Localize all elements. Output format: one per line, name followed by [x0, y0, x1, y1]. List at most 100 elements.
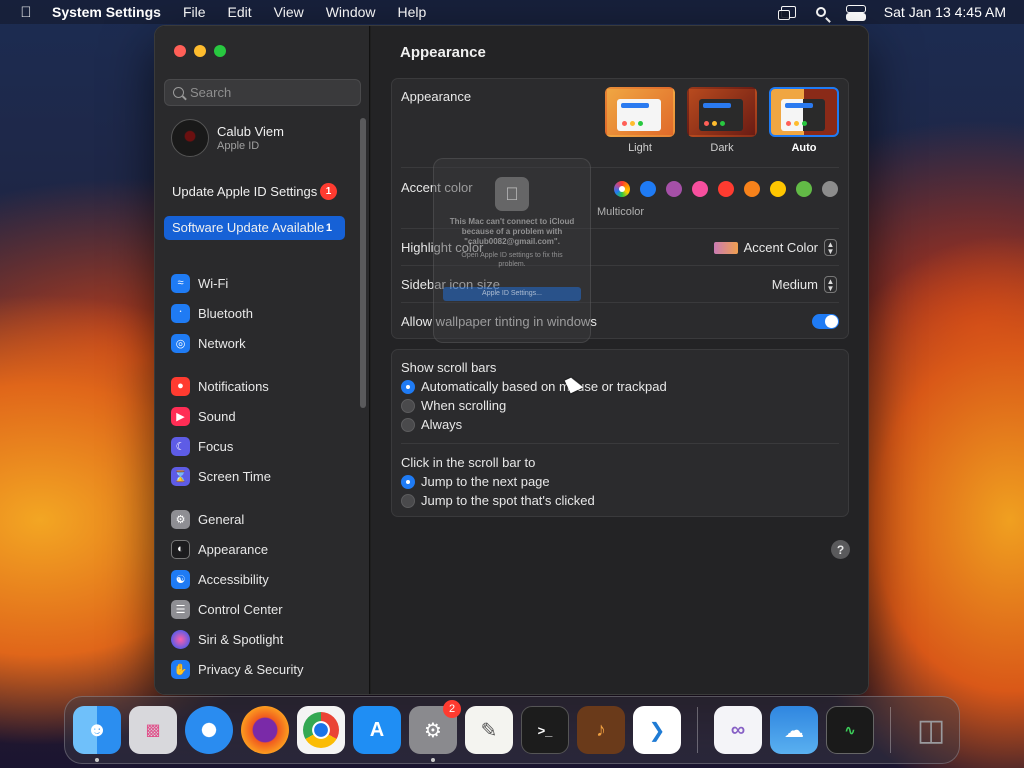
radio-label: Jump to the next page [421, 474, 550, 489]
scroll-when-scrolling-radio[interactable]: When scrolling [401, 398, 506, 413]
sidebar: Calub Viem Apple ID Update Apple ID Sett… [155, 26, 370, 694]
radio-icon [401, 417, 415, 432]
accent-red[interactable] [718, 181, 734, 197]
sidebar-item-screen-time[interactable]: ⌛ Screen Time [171, 461, 356, 491]
update-apple-id-notice[interactable]: Update Apple ID Settings 1 [164, 179, 345, 204]
option-label: Dark [710, 142, 734, 154]
accent-purple[interactable] [666, 181, 682, 197]
appearance-light-option[interactable]: Light [604, 87, 676, 154]
sidebar-item-label: Sound [198, 408, 236, 424]
speaker-icon: ▶ [171, 406, 190, 426]
sidebar-group-notifications: ● Notifications ▶ Sound ☾ Focus ⌛ Screen… [171, 371, 356, 491]
jump-to-spot-radio[interactable]: Jump to the spot that's clicked [401, 493, 595, 508]
sidebar-item-label: Privacy & Security [198, 661, 304, 677]
garageband-icon[interactable]: ♪ [577, 706, 625, 754]
sidebar-item-general[interactable]: ⚙ General [171, 504, 356, 534]
scroll-bars-group: Show scroll bars Automatically based on … [391, 349, 849, 517]
scroll-always-radio[interactable]: Always [401, 417, 462, 432]
dock-badge: 2 [443, 700, 461, 718]
radio-selected-icon [401, 379, 415, 394]
menu-edit[interactable]: Edit [228, 4, 252, 20]
accent-pink[interactable] [692, 181, 708, 197]
sidebar-item-sound[interactable]: ▶ Sound [171, 401, 356, 431]
help-button[interactable]: ? [831, 540, 850, 559]
minimize-button[interactable] [194, 45, 206, 57]
appearance-icon: ◐ [171, 539, 190, 559]
radio-label: Jump to the spot that's clicked [421, 493, 595, 508]
account-subtitle: Apple ID [217, 140, 260, 152]
safari-icon[interactable]: ✦ [185, 706, 233, 754]
apple-menu-icon[interactable]:  [0, 4, 52, 21]
jump-next-page-radio[interactable]: Jump to the next page [401, 474, 550, 489]
notice-badge: 1 [320, 183, 337, 200]
appearance-auto-option[interactable]: Auto [768, 87, 840, 154]
search-input[interactable] [190, 85, 350, 100]
sidebar-item-notifications[interactable]: ● Notifications [171, 371, 356, 401]
textedit-icon[interactable]: ✎ [465, 706, 513, 754]
app-store-icon[interactable]: A [353, 706, 401, 754]
alert-title: This Mac can't connect to iCloud because… [449, 217, 575, 246]
chevron-updown-icon: ▲ ▼ [824, 239, 837, 256]
accent-graphite[interactable] [822, 181, 838, 197]
sidebar-item-appearance[interactable]: ◐ Appearance [171, 534, 356, 564]
close-button[interactable] [174, 45, 186, 57]
control-center-icon[interactable] [845, 5, 866, 21]
search-field[interactable] [164, 79, 361, 106]
dock-separator [890, 707, 891, 753]
window-controls [174, 45, 226, 57]
visual-studio-icon[interactable]: ∞ [714, 706, 762, 754]
finder-icon[interactable]: ☻ [73, 706, 121, 762]
sidebar-item-label: Wi-Fi [198, 275, 229, 291]
siri-icon [171, 629, 190, 649]
terminal-icon[interactable]: >_ [521, 706, 569, 754]
sidebar-item-siri-spotlight[interactable]: Siri & Spotlight [171, 624, 356, 654]
radio-label: When scrolling [421, 398, 507, 413]
accent-orange[interactable] [744, 181, 760, 197]
sidebar-item-wifi[interactable]: ≈ Wi-Fi [171, 268, 356, 298]
menu-help[interactable]: Help [398, 4, 427, 20]
highlight-color-select[interactable]: Accent Color ▲ ▼ [713, 239, 837, 256]
menu-file[interactable]: File [183, 4, 206, 20]
chrome-icon[interactable] [297, 706, 345, 754]
launchpad-icon[interactable]: ▩ [129, 706, 177, 754]
scroll-auto-radio[interactable]: Automatically based on mouse or trackpad [401, 379, 667, 394]
spotlight-search-icon[interactable] [815, 7, 826, 17]
menu-clock[interactable]: Sat Jan 13 4:45 AM [884, 4, 1006, 20]
sidebar-item-label: General [198, 511, 245, 527]
menu-view[interactable]: View [274, 4, 304, 20]
sidebar-item-focus[interactable]: ☾ Focus [171, 431, 356, 461]
sidebar-item-privacy-security[interactable]: ✋ Privacy & Security [171, 654, 356, 684]
accent-swatches [614, 181, 838, 197]
option-label: Auto [791, 142, 817, 154]
auto-preview [769, 87, 839, 137]
sidebar-item-accessibility[interactable]: ☯ Accessibility [171, 564, 356, 594]
weather-icon[interactable]: ☁ [770, 706, 818, 754]
sidebar-item-control-center[interactable]: ☰ Control Center [171, 594, 356, 624]
sidebar-scrollbar[interactable] [360, 118, 366, 408]
icloud-alert-ghost:  This Mac can't connect to iCloud becau… [433, 158, 591, 343]
app-menu[interactable]: System Settings [52, 4, 161, 20]
alert-message: Open Apple ID settings to fix this probl… [461, 252, 563, 268]
chevron-updown-icon: ▲ ▼ [824, 276, 837, 293]
system-settings-icon[interactable]: ⚙ 2 [409, 700, 461, 762]
accent-green[interactable] [796, 181, 812, 197]
accent-multicolor[interactable] [614, 181, 630, 197]
wallpaper-tinting-toggle[interactable] [812, 314, 839, 329]
activity-monitor-icon[interactable]: ∿ [826, 706, 874, 754]
appearance-dark-option[interactable]: Dark [686, 87, 758, 154]
screen-mirroring-icon[interactable] [777, 6, 796, 20]
vscode-icon[interactable]: ❯ [633, 706, 681, 754]
sidebar-icon-size-select[interactable]: Medium ▲ ▼ [772, 276, 837, 293]
hourglass-icon: ⌛ [171, 466, 190, 486]
apple-id-account[interactable]: Calub Viem Apple ID [171, 119, 284, 157]
firefox-icon[interactable] [241, 706, 289, 754]
apple-id-settings-button[interactable]: Apple ID Settings... [443, 287, 581, 301]
accent-blue[interactable] [640, 181, 656, 197]
sidebar-item-bluetooth[interactable]: ᛫ Bluetooth [171, 298, 356, 328]
software-update-notice[interactable]: Software Update Available 1 [164, 216, 345, 240]
trash-icon[interactable]: ◫ [907, 706, 955, 754]
accent-yellow[interactable] [770, 181, 786, 197]
sidebar-item-network[interactable]: ◎ Network [171, 328, 356, 358]
menu-window[interactable]: Window [326, 4, 376, 20]
zoom-button[interactable] [214, 45, 226, 57]
